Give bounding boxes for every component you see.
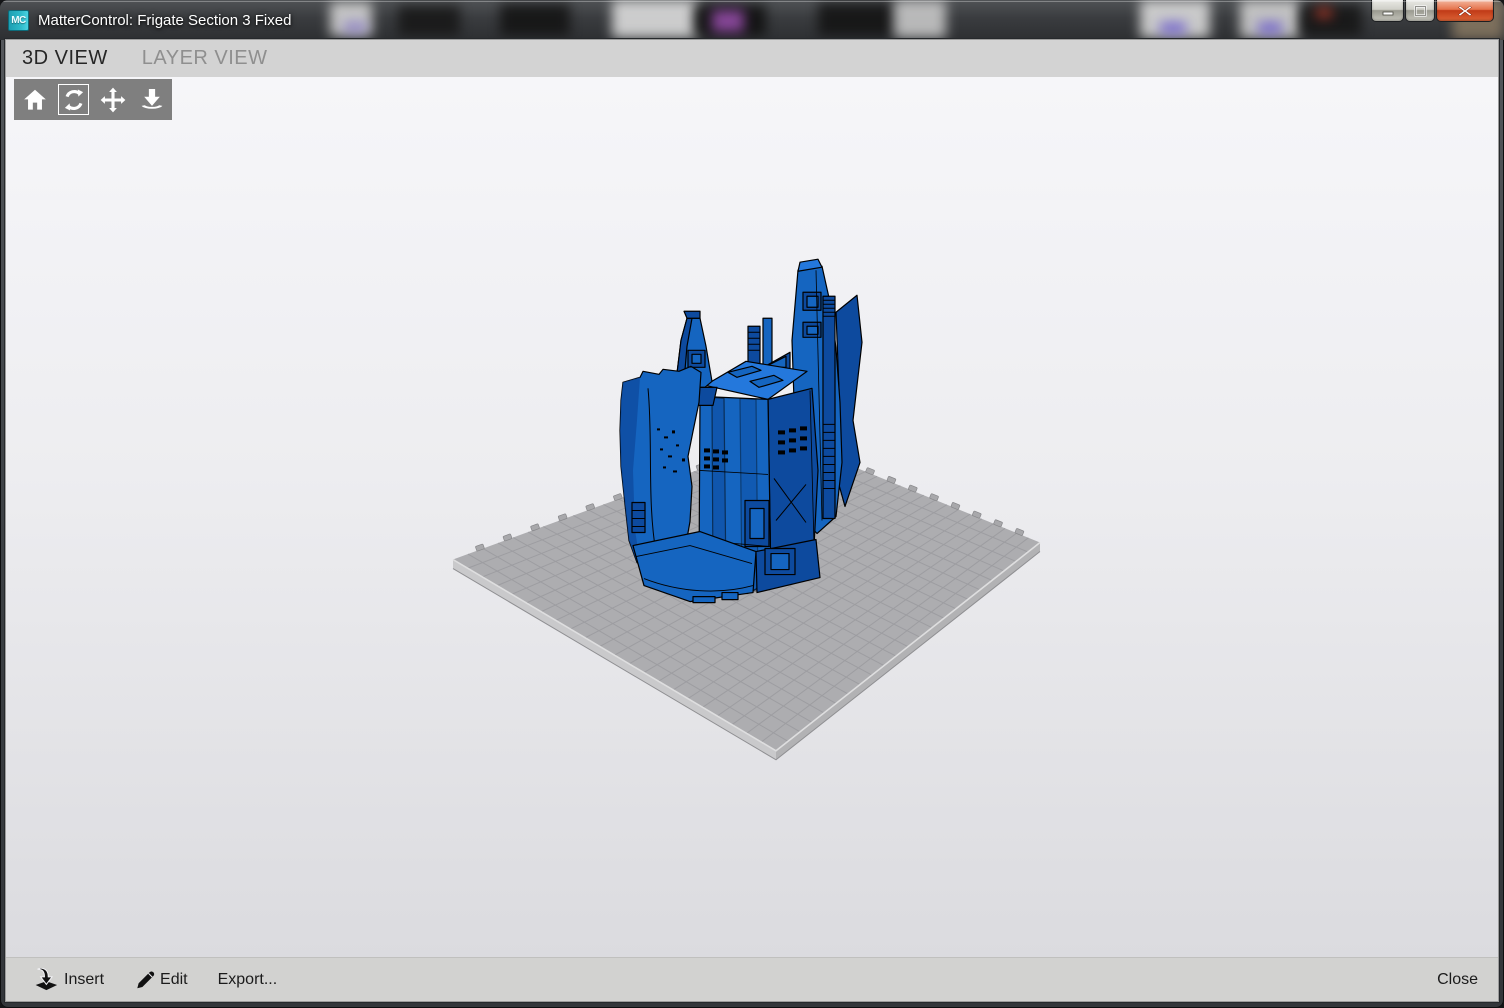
close-view-button[interactable]: Close <box>1437 971 1478 989</box>
window-title: MatterControl: Frigate Section 3 Fixed <box>38 11 292 29</box>
edit-pencil-icon <box>137 970 155 988</box>
mattercontrol-logo-icon: MC <box>8 9 29 31</box>
home-view-button[interactable] <box>16 81 53 118</box>
minimize-icon <box>1382 11 1393 15</box>
minimize-button[interactable] <box>1371 0 1404 22</box>
home-icon <box>23 89 46 110</box>
close-label: Close <box>1437 970 1478 988</box>
window-content: 3D VIEW LAYER VIEW Insert Edit Export...… <box>6 40 1498 1001</box>
tab-3d-view[interactable]: 3D VIEW <box>22 47 108 70</box>
export-label: Export... <box>217 970 278 988</box>
3d-viewport[interactable] <box>6 77 1498 957</box>
insert-arrow-icon <box>35 967 58 990</box>
title-bar[interactable]: MC MatterControl: Frigate Section 3 Fixe… <box>0 0 1504 40</box>
tab-layer-view[interactable]: LAYER VIEW <box>142 47 268 70</box>
move-arrows-icon <box>100 87 125 112</box>
window-controls <box>1370 0 1494 22</box>
3d-canvas[interactable] <box>6 77 1498 957</box>
edit-button[interactable]: Edit <box>134 969 188 991</box>
rotate-icon <box>64 88 83 111</box>
insert-button[interactable]: Insert <box>34 967 105 992</box>
maximize-icon <box>1413 4 1427 17</box>
bottom-action-bar: Insert Edit Export... Close <box>6 957 1498 1001</box>
rotate-view-button[interactable] <box>55 81 92 118</box>
close-window-button[interactable] <box>1436 0 1494 22</box>
insert-label: Insert <box>64 970 105 988</box>
view-tools-toolbar <box>14 79 172 120</box>
view-tab-bar: 3D VIEW LAYER VIEW <box>6 40 1498 77</box>
drop-arrow-icon <box>141 88 162 109</box>
move-view-button[interactable] <box>94 81 131 118</box>
edit-label: Edit <box>160 970 188 988</box>
export-button[interactable]: Export... <box>218 971 278 989</box>
maximize-button[interactable] <box>1405 0 1435 22</box>
drop-to-bed-button[interactable] <box>133 81 170 118</box>
close-icon <box>1458 5 1472 16</box>
app-window: MC MatterControl: Frigate Section 3 Fixe… <box>0 0 1504 1008</box>
